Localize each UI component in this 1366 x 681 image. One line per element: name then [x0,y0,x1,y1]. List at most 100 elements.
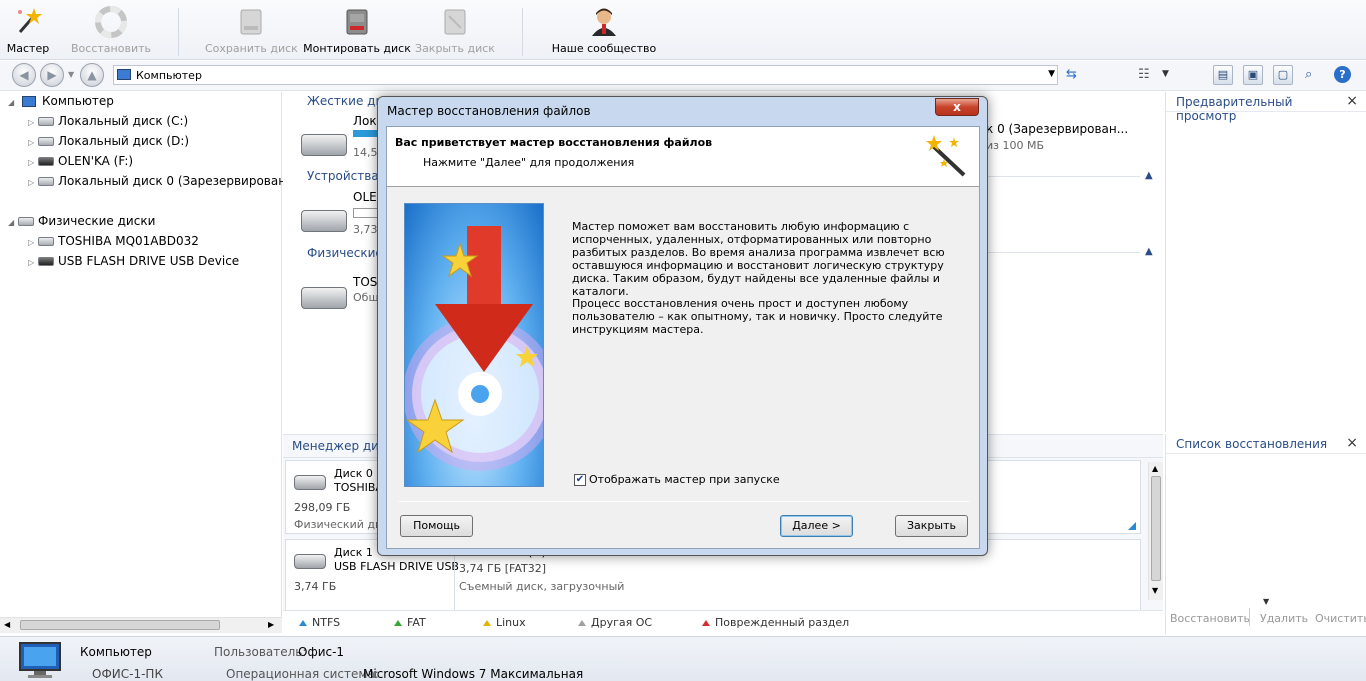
view-options-icon[interactable]: ☷ [1138,67,1150,82]
community-label: Наше сообщество [551,42,657,55]
scroll-left-icon[interactable]: ◀ [4,620,10,629]
scroll-down-icon[interactable]: ▼ [1152,586,1158,595]
restore-list-clear-button[interactable]: Очистить [1315,612,1366,625]
community-button[interactable]: Наше сообщество [549,6,659,58]
hard-disk-icon [301,287,347,309]
tree-label: OLEN'KA (F:) [58,154,134,168]
disk-manager-scrollbar[interactable]: ▲ ▼ [1148,462,1163,600]
refresh-icon[interactable]: ⇆ [1066,67,1077,82]
collapse-icon: ▷ [28,158,35,167]
status-pc-name: ОФИС-1-ПК [92,667,163,681]
wizard-button[interactable]: Мастер [4,6,52,58]
dialog-separator [399,501,969,502]
tree-item-computer[interactable]: ◢ Компьютер [8,94,114,108]
tree-item-physical[interactable]: ◢ Физические диски [8,214,155,228]
save-disk-button[interactable]: Сохранить диск [205,6,298,58]
legend-ntfs: NTFS [299,616,340,629]
computer-icon [117,69,131,80]
arrow-up-icon: ▲ [87,68,97,82]
back-button[interactable]: ◀ [12,63,36,87]
restore-button[interactable]: Восстановить [70,6,152,58]
dialog-header: Вас приветствует мастер восстановления ф… [387,127,979,187]
main-toolbar: Мастер Восстановить Сохранить диск Монти… [0,0,1366,60]
tree-horizontal-scrollbar[interactable]: ◀ ▶ [0,617,282,633]
arrow-left-icon: ◀ [19,68,29,82]
magic-wand-icon [18,8,42,33]
tree-item-d[interactable]: ▷ Локальный диск (D:) [28,134,189,148]
disk-label: Диск 1 [334,546,373,559]
show-on-startup-checkbox[interactable]: ✔ [574,474,586,486]
forward-button[interactable]: ▶ [40,63,64,87]
check-icon: ✔ [575,474,585,485]
view-dropdown-icon[interactable]: ▼ [1162,69,1169,79]
save-icon[interactable]: ▢ [1273,65,1293,85]
scroll-up-icon[interactable]: ▲ [1152,464,1158,473]
scroll-thumb[interactable] [1151,476,1161,581]
status-bar: Компьютер ОФИС-1-ПК Пользователь: Офис-1… [0,636,1366,681]
tree-item-toshiba[interactable]: ▷ TOSHIBA MQ01ABD032 [28,234,199,248]
legend-fat: FAT [394,616,426,629]
divider [988,176,1140,177]
preview-panel-icon[interactable]: ▣ [1243,65,1263,85]
status-os-value: Microsoft Windows 7 Максимальная [363,667,584,681]
search-icon[interactable]: ⌕ [1305,67,1312,82]
disk-model: USB FLASH DRIVE USB [334,560,459,573]
up-button[interactable]: ▲ [80,63,104,87]
legend-label: Другая ОС [591,616,653,629]
usage-bar [353,208,379,218]
drive-size: из 100 МБ [986,139,1045,152]
chevron-down-icon[interactable]: ▼ [1263,597,1269,606]
divider [988,252,1140,253]
tree-label: TOSHIBA MQ01ABD032 [58,234,199,248]
help-icon[interactable]: ? [1334,66,1351,83]
tree-item-c[interactable]: ▷ Локальный диск (C:) [28,114,188,128]
help-button[interactable]: Помощь [400,515,473,537]
disk-icon [38,137,54,146]
legend-damaged: Поврежденный раздел [702,616,849,629]
mount-disk-button[interactable]: Монтировать диск [303,6,411,58]
mount-disk-label: Монтировать диск [303,42,411,55]
dialog-body: Вас приветствует мастер восстановления ф… [386,126,980,549]
legend-label: Поврежденный раздел [715,616,850,629]
show-on-startup-label[interactable]: Отображать мастер при запуске [589,473,780,486]
legend-label: NTFS [312,616,341,629]
next-button[interactable]: Далее > [780,515,853,537]
tree-item-usb[interactable]: ▷ USB FLASH DRIVE USB Device [28,254,239,268]
scroll-right-icon[interactable]: ▶ [268,620,274,629]
address-field[interactable]: Компьютер ▼ [113,65,1058,85]
close-disk-icon [444,9,466,35]
save-disk-label: Сохранить диск [205,42,298,55]
tree-item-f[interactable]: ▷ OLEN'KA (F:) [28,154,133,168]
tree-item-reserved[interactable]: ▷ Локальный диск 0 (Зарезервировано си [28,174,312,188]
history-dropdown-icon[interactable]: ▼ [68,70,74,79]
dialog-close-button[interactable]: x [935,98,979,116]
dialog-subheading: Нажмите "Далее" для продолжения [423,156,635,169]
close-disk-button[interactable]: Закрыть диск [415,6,495,58]
address-dropdown-icon[interactable]: ▼ [1048,69,1055,79]
dialog-heading: Вас приветствует мастер восстановления ф… [395,136,713,149]
collapse-section-icon[interactable]: ▲ [1145,246,1153,257]
status-os-label: Операционная система: [226,667,379,681]
layout-panel-icon[interactable]: ▤ [1213,65,1233,85]
close-icon[interactable]: × [1346,435,1358,451]
ntfs-marker [1128,522,1136,530]
fat-marker-icon [394,620,402,626]
restore-list-title: Список восстановления [1176,437,1328,451]
other-marker-icon [578,620,586,626]
computer-icon [22,96,36,107]
restore-list-delete-button[interactable]: Удалить [1260,612,1308,625]
usb-drive-icon [301,210,347,232]
computer-icon [19,642,61,678]
legend-linux: Linux [483,616,526,629]
close-button[interactable]: Закрыть [895,515,968,537]
close-icon[interactable]: × [1346,93,1358,109]
close-disk-label: Закрыть диск [415,42,495,55]
legend-other: Другая ОС [578,616,652,629]
disk-size: 298,09 ГБ [294,501,351,514]
disk-recovery-illustration [405,226,543,471]
collapse-section-icon[interactable]: ▲ [1145,170,1153,181]
scroll-thumb[interactable] [20,620,220,630]
drive-name[interactable]: к 0 (Зарезервирован... [986,122,1128,136]
tree-label: Физические диски [38,214,156,228]
restore-list-restore-button[interactable]: Восстановить [1170,612,1250,625]
